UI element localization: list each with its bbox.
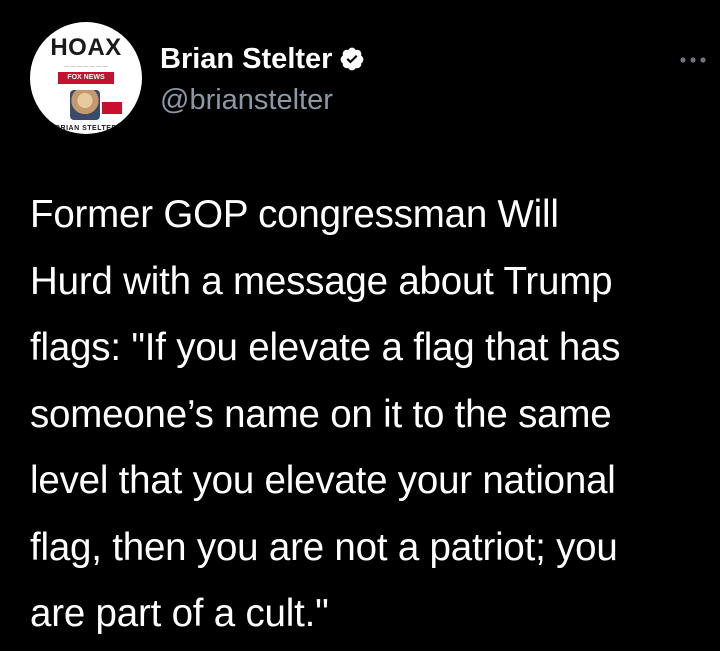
- avatar[interactable]: HOAX — — — — — — — FOX NEWS BRIAN STELTE…: [30, 22, 142, 134]
- tweet-text: Former GOP congressman Will Hurd with a …: [30, 193, 621, 635]
- avatar-cover-subtitle: — — — — — — —: [64, 64, 108, 70]
- avatar-cover-author: BRIAN STELTER: [55, 125, 117, 132]
- tweet-card: HOAX — — — — — — — FOX NEWS BRIAN STELTE…: [0, 0, 720, 651]
- display-name[interactable]: Brian Stelter: [160, 43, 332, 76]
- avatar-cover-photo: [70, 90, 100, 120]
- more-options-button[interactable]: [676, 48, 710, 72]
- more-horizontal-icon: [680, 57, 706, 63]
- handle[interactable]: @brianstelter: [160, 84, 333, 117]
- verified-badge-icon: [341, 47, 364, 71]
- avatar-cover-sticker: [102, 102, 122, 114]
- avatar-cover-title: HOAX: [50, 34, 122, 61]
- author-name-row[interactable]: Brian Stelter: [160, 41, 365, 77]
- avatar-cover-band: FOX NEWS: [58, 72, 114, 84]
